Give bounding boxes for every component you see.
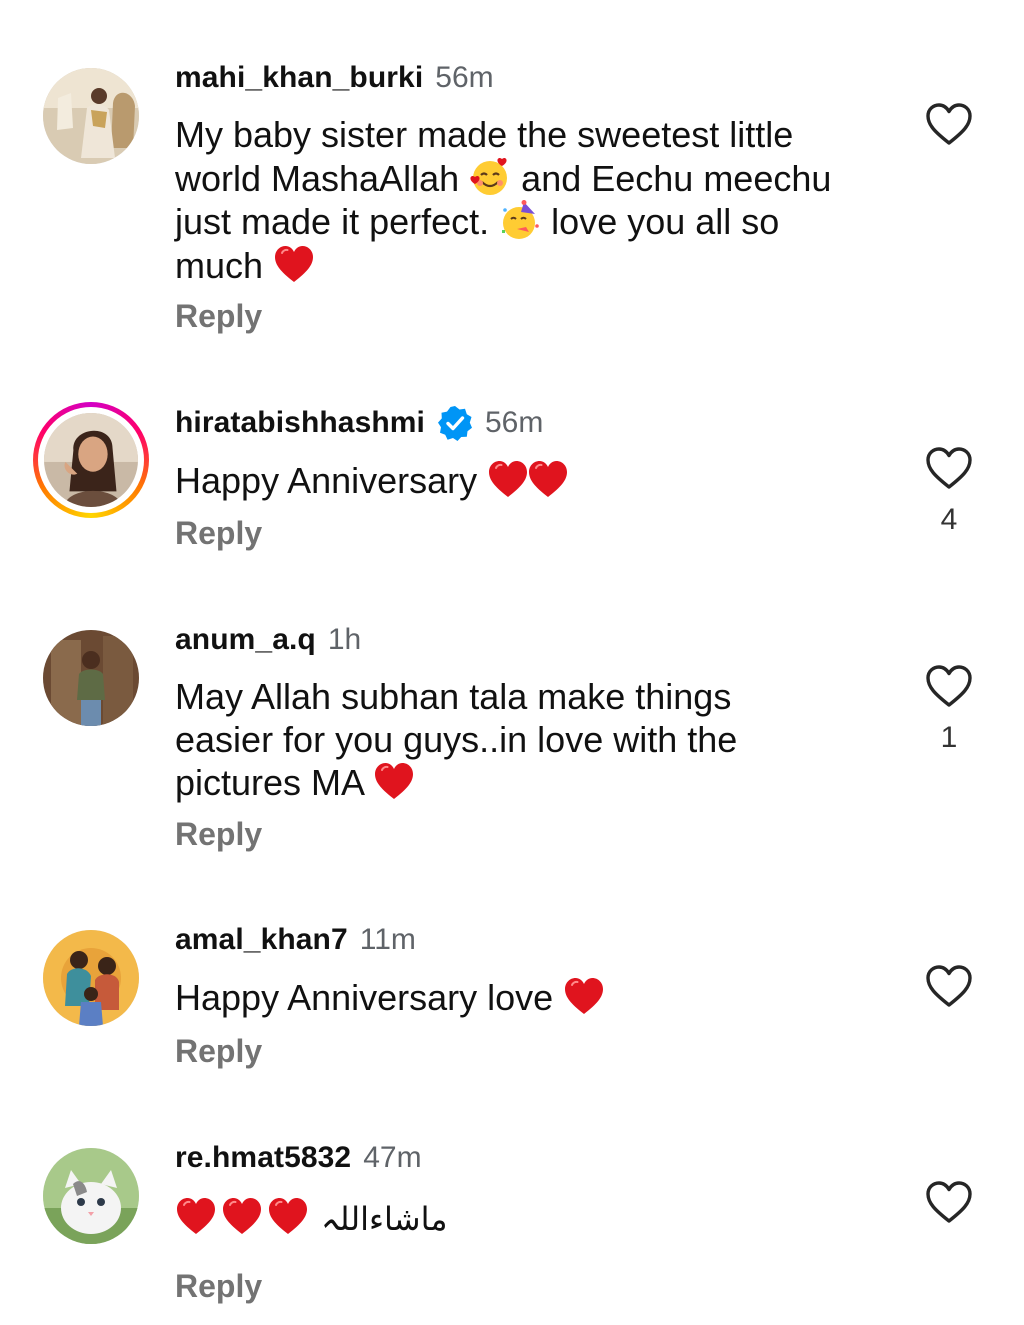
timestamp: 11m [359, 923, 416, 956]
timestamp: 1h [327, 623, 362, 656]
comment-text: My baby sister made the sweetest little … [175, 114, 895, 287]
username[interactable]: anum_a.q [175, 623, 316, 657]
comment-header: mahi_khan_burki 56m [175, 61, 494, 95]
partying-face-emoji [499, 200, 541, 240]
timestamp: 56m [435, 61, 494, 94]
timestamp: 56m [485, 406, 544, 439]
heart-outline-icon[interactable] [925, 1180, 973, 1224]
comment-line-part: love you all so [551, 201, 780, 242]
avatar-image [44, 413, 138, 507]
comment-line: May Allah subhan tala make things [175, 676, 732, 717]
heart-outline-icon[interactable] [925, 102, 973, 146]
comment-line-part: world MashaAllah [175, 157, 460, 199]
avatar[interactable] [43, 630, 139, 726]
comment-line-part: just made it perfect. [175, 201, 490, 242]
heart-outline-icon[interactable] [925, 446, 973, 490]
comment-text: Happy Anniversary [175, 459, 895, 503]
comment-line-part: pictures MA [175, 762, 364, 803]
username[interactable]: hiratabishhashmi [175, 406, 425, 440]
smiling-face-with-hearts-emoji [469, 157, 511, 197]
red-heart-emoji [267, 1196, 309, 1236]
comment-text: ماشاءاللہ [175, 1196, 895, 1241]
comment-line-part: ماشاءاللہ [321, 1200, 448, 1238]
comment-header: re.hmat5832 47m [175, 1141, 422, 1175]
comment-line: easier for you guys..in love with the [175, 718, 738, 760]
avatar[interactable] [43, 930, 139, 1026]
comment-line: world MashaAllah and Eechu meechu [175, 157, 895, 201]
reply-button[interactable]: Reply [175, 1268, 262, 1305]
reply-button[interactable]: Reply [175, 515, 262, 552]
timestamp: 47m [363, 1141, 422, 1174]
reply-button[interactable]: Reply [175, 816, 262, 853]
comment-header: hiratabishhashmi 56m [175, 405, 543, 441]
red-heart-emoji [221, 1196, 263, 1236]
comment-line-part: and Eechu meechu [521, 157, 832, 199]
heart-outline-icon[interactable] [925, 964, 973, 1008]
comment-line-part: Happy Anniversary love [175, 977, 554, 1018]
avatar[interactable] [43, 68, 139, 164]
username[interactable]: mahi_khan_burki [175, 61, 423, 95]
comment-line-part: much [175, 244, 264, 286]
verified-badge-icon [437, 405, 473, 441]
like-count: 1 [940, 721, 958, 754]
comment-text: Happy Anniversary love [175, 976, 895, 1020]
comment-line: My baby sister made the sweetest little [175, 114, 794, 155]
heart-outline-icon[interactable] [925, 664, 973, 708]
comment-header: amal_khan7 11m [175, 923, 416, 957]
red-heart-emoji [563, 976, 605, 1016]
comment-text: May Allah subhan tala make things easier… [175, 676, 895, 805]
comment-line: just made it perfect. love you all so [175, 200, 895, 244]
username[interactable]: re.hmat5832 [175, 1141, 351, 1175]
comment-line-part: Happy Anniversary [175, 460, 478, 501]
comment-line: much [175, 244, 895, 288]
avatar[interactable] [33, 402, 149, 518]
comment-line: pictures MA [175, 761, 895, 805]
red-heart-emoji [527, 459, 569, 499]
comment-header: anum_a.q 1h [175, 623, 361, 657]
username[interactable]: amal_khan7 [175, 923, 348, 957]
like-count: 4 [940, 503, 958, 536]
red-heart-emoji [175, 1196, 217, 1236]
red-heart-emoji [373, 761, 415, 801]
red-heart-emoji [273, 244, 315, 284]
reply-button[interactable]: Reply [175, 298, 262, 335]
avatar[interactable] [43, 1148, 139, 1244]
red-heart-emoji [487, 459, 529, 499]
reply-button[interactable]: Reply [175, 1033, 262, 1070]
